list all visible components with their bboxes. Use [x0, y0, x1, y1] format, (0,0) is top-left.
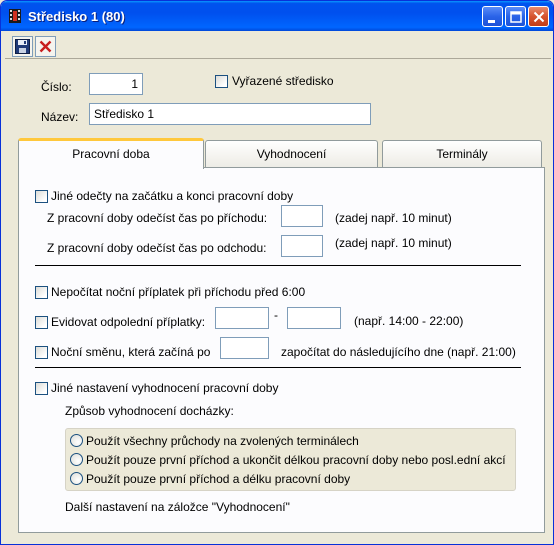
prichod-label: Z pracovní doby odečíst čas po příchodu: — [47, 211, 268, 225]
nazev-label: Název: — [41, 110, 79, 124]
odpoledni-od-input[interactable] — [215, 307, 269, 329]
cancel-icon — [39, 40, 52, 53]
odpoledni-checkbox[interactable] — [35, 316, 48, 329]
toolbar — [5, 33, 551, 59]
close-icon — [533, 11, 545, 23]
section-divider — [35, 367, 521, 368]
zpusob-label: Způsob vyhodnocení docházky: — [65, 404, 234, 418]
tab-label: Terminály — [436, 147, 488, 161]
cislo-label: Číslo: — [41, 80, 72, 94]
nocni-priplatek-checkbox[interactable] — [35, 286, 48, 299]
cislo-input[interactable]: 1 — [89, 73, 143, 95]
tab-pracovni-doba[interactable]: Pracovní doba — [18, 138, 204, 169]
maximize-button[interactable] — [505, 6, 526, 27]
tab-label: Pracovní doba — [72, 147, 150, 161]
dalsi-nastaveni-note: Další nastavení na záložce "Vyhodnocení" — [65, 500, 290, 514]
nocni-smena-input[interactable] — [220, 337, 269, 359]
minimize-icon — [488, 20, 495, 23]
vyrazene-label: Vyřazené středisko — [232, 74, 334, 88]
title-bar[interactable]: Středisko 1 (80) — [1, 1, 553, 31]
odchod-hint: (zadej např. 10 minut) — [335, 236, 452, 250]
window-title: Středisko 1 (80) — [28, 9, 125, 24]
radio-label: Použít pouze první příchod a délku praco… — [86, 472, 351, 486]
nocni-smena-checkbox[interactable] — [35, 346, 48, 359]
minimize-button[interactable] — [482, 6, 503, 27]
maximize-icon — [510, 11, 522, 23]
nocni-priplatek-label: Nepočítat noční příplatek při příchodu p… — [51, 285, 306, 299]
tab-terminaly[interactable]: Terminály — [382, 140, 542, 168]
jine-odecty-label: Jiné odečty na začátku a konci pracovní … — [51, 189, 294, 203]
radio-prvni-prichod-ukoncit[interactable] — [70, 453, 83, 466]
odpoledni-do-input[interactable] — [287, 307, 341, 329]
prichod-hint: (zadej např. 10 minut) — [335, 211, 452, 225]
jine-nastaveni-checkbox[interactable] — [35, 382, 48, 395]
nazev-input[interactable]: Středisko 1 — [89, 103, 371, 125]
odpoledni-label: Evidovat odpolední příplatky: — [51, 315, 206, 329]
save-button[interactable] — [12, 36, 33, 57]
prichod-input[interactable] — [281, 205, 323, 227]
tab-vyhodnoceni[interactable]: Vyhodnocení — [205, 140, 378, 168]
nocni-smena-label: Noční směnu, která začíná po — [51, 345, 211, 359]
film-strip-icon — [9, 9, 21, 23]
vyrazene-checkbox[interactable] — [215, 75, 228, 88]
cancel-button[interactable] — [35, 36, 56, 57]
radio-prvni-prichod-delka[interactable] — [70, 472, 83, 485]
odchod-label: Z pracovní doby odečíst čas po odchodu: — [47, 241, 267, 255]
radio-label: Použít pouze první příchod a ukončit dél… — [86, 453, 506, 467]
jine-nastaveni-label: Jiné nastavení vyhodnocení pracovní doby — [51, 381, 279, 395]
nocni-smena-hint: započítat do následujícího dne (např. 21… — [281, 345, 516, 359]
odchod-input[interactable] — [281, 235, 323, 257]
odpoledni-hint: (např. 14:00 - 22:00) — [354, 314, 464, 328]
main-window: Středisko 1 (80) Číslo: 1 Vyřazené střed… — [0, 0, 554, 545]
section-divider — [35, 265, 521, 266]
odpoledni-dash: - — [274, 308, 278, 322]
save-icon — [15, 39, 30, 54]
radio-vsechny-pruchody[interactable] — [70, 434, 83, 447]
radio-label: Použít všechny průchody na zvolených ter… — [86, 434, 359, 448]
close-button[interactable] — [528, 6, 549, 27]
jine-odecty-checkbox[interactable] — [35, 190, 48, 203]
tab-label: Vyhodnocení — [256, 147, 327, 161]
